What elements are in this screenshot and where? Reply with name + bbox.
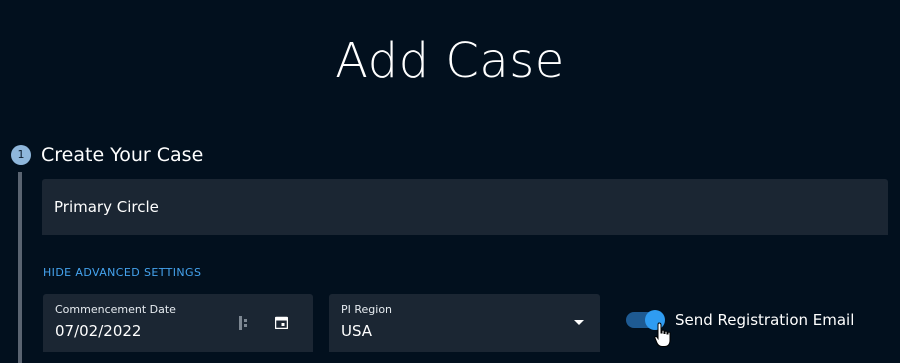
pi-region-label: PI Region <box>341 303 393 316</box>
chevron-down-icon[interactable] <box>574 320 584 325</box>
commencement-date-value: 07/02/2022 <box>55 322 142 340</box>
page-title: Add Case <box>335 33 565 89</box>
add-case-page: Add Case 1 Create Your Case Primary Circ… <box>0 0 900 363</box>
step-title: Create Your Case <box>41 144 204 166</box>
pi-region-select[interactable]: PI Region USA <box>329 294 600 352</box>
step-number-badge: 1 <box>11 145 31 165</box>
case-name-value: Primary Circle <box>54 198 159 216</box>
commencement-date-field[interactable]: Commencement Date 07/02/2022 <box>43 294 313 352</box>
hand-pointer-icon <box>654 322 671 347</box>
commencement-date-label: Commencement Date <box>55 303 176 316</box>
hide-advanced-settings-link[interactable]: HIDE ADVANCED SETTINGS <box>43 266 201 279</box>
spin-icon[interactable] <box>239 316 249 330</box>
send-registration-email-label: Send Registration Email <box>675 311 855 329</box>
pi-region-value: USA <box>341 322 373 340</box>
calendar-icon[interactable] <box>275 316 288 329</box>
step-header: 1 Create Your Case <box>11 142 203 168</box>
step-connector-line <box>18 172 22 363</box>
case-name-field[interactable]: Primary Circle <box>42 179 888 235</box>
